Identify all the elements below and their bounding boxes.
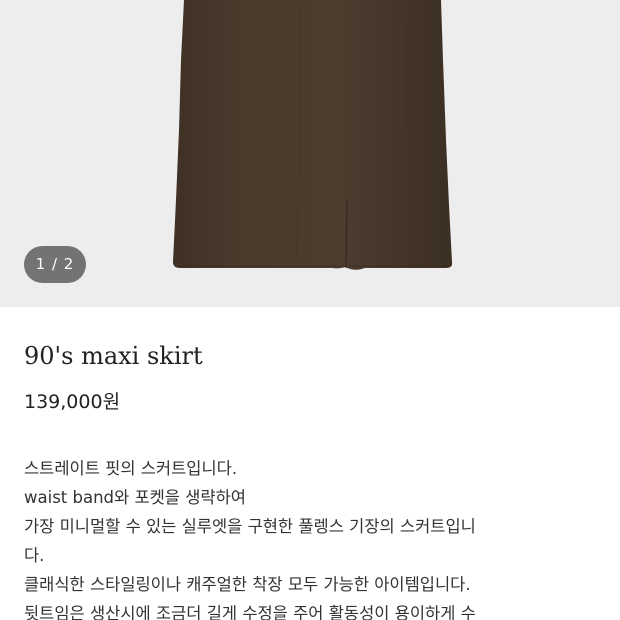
description-line: 클래식한 스타일링이나 캐주얼한 착장 모두 가능한 아이템입니다. (24, 575, 471, 594)
description-line: 다. (24, 546, 45, 565)
description-line: 가장 미니멀할 수 있는 실루엣을 구현한 풀렝스 기장의 스커트입니 (24, 517, 476, 536)
product-image-gallery[interactable]: 1 / 2 (0, 0, 620, 307)
description-line: 뒷트임은 생산시에 조금더 길게 수정을 주어 활동성이 용이하게 수 (24, 604, 476, 620)
image-counter-badge: 1 / 2 (24, 246, 86, 283)
description-line: 스트레이트 핏의 스커트입니다. (24, 459, 238, 478)
product-description: 스트레이트 핏의 스커트입니다. waist band와 포켓을 생략하여 가장… (24, 454, 594, 620)
product-price: 139,000원 (24, 391, 121, 413)
product-detail-page: 1 / 2 90's maxi skirt 139,000원 스트레이트 핏의 … (0, 0, 620, 620)
description-line: waist band와 포켓을 생략하여 (24, 488, 246, 507)
skirt-product-image (173, 0, 453, 270)
product-title: 90's maxi skirt (24, 342, 203, 370)
